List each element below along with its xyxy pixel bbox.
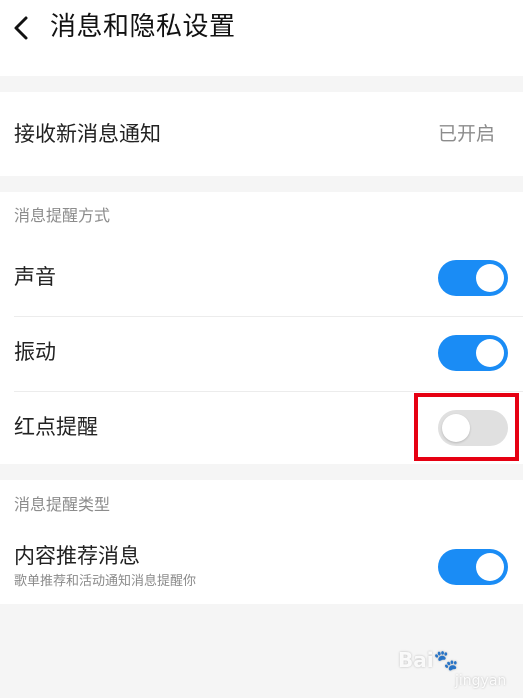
section-title: 消息提醒类型 xyxy=(14,495,111,514)
app-header: 消息和隐私设置 xyxy=(0,0,523,76)
section-gap xyxy=(0,176,523,192)
watermark-logo: Bai🐾 xyxy=(398,648,459,672)
paw-icon: 🐾 xyxy=(433,648,459,672)
sound-toggle[interactable] xyxy=(438,260,508,296)
red-dot-label: 红点提醒 xyxy=(14,415,98,439)
content-recommend-toggle[interactable] xyxy=(438,549,508,585)
section-gap xyxy=(0,464,523,480)
toggle-knob xyxy=(476,264,504,292)
highlight-box xyxy=(414,393,519,461)
receive-notification-label: 接收新消息通知 xyxy=(14,122,161,146)
chevron-left-icon[interactable] xyxy=(8,12,36,44)
reminder-type-section: 消息提醒类型 内容推荐消息 歌单推荐和活动通知消息提醒你 xyxy=(0,480,523,604)
receive-notification-status: 已开启 xyxy=(437,123,495,145)
toggle-knob xyxy=(476,553,504,581)
divider xyxy=(14,316,523,317)
watermark-subtext: jingyan xyxy=(455,673,507,689)
toggle-knob xyxy=(476,339,504,367)
content-recommend-label: 内容推荐消息 xyxy=(14,544,140,568)
section-gap xyxy=(0,76,523,92)
receive-notification-row[interactable]: 接收新消息通知 已开启 xyxy=(0,92,523,176)
vibration-toggle[interactable] xyxy=(438,335,508,371)
page-title: 消息和隐私设置 xyxy=(50,12,236,42)
content-recommend-description: 歌单推荐和活动通知消息提醒你 xyxy=(14,574,197,589)
divider xyxy=(14,391,523,392)
vibration-label: 振动 xyxy=(14,340,56,364)
section-title: 消息提醒方式 xyxy=(14,206,111,225)
sound-label: 声音 xyxy=(14,265,56,289)
